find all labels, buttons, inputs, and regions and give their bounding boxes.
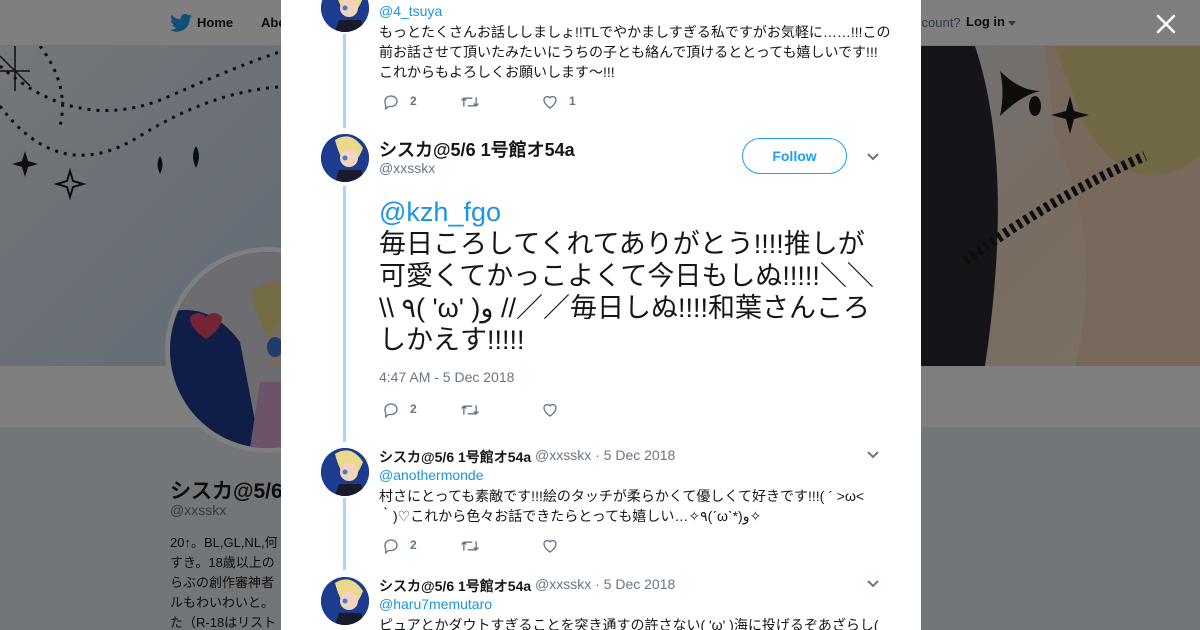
- thread-connector: [343, 498, 346, 570]
- avatar[interactable]: [321, 134, 369, 182]
- tweet-permalink-modal: @4_tsuya もっとたくさんお話ししましょ!!TLでやかましすぎる私ですがお…: [281, 0, 921, 630]
- reply-text: 村さにとっても素敵です!!!絵のタッチが柔らかくて優しくて好きです!!!( ´ …: [379, 486, 889, 526]
- tweet-body: 毎日ころしてくれてありがとう!!!!推しが可愛くてかっこよくて今日もしぬ!!!!…: [379, 229, 874, 355]
- retweet-icon: [461, 97, 479, 107]
- tweet-text-line: ｀)♡これから色々お話できたらとっても嬉しい…✧٩(ˊωˋ*)و✧: [379, 508, 762, 524]
- reply-icon: [384, 95, 398, 111]
- parent-tweet-handle[interactable]: @4_tsuya: [379, 3, 442, 19]
- chevron-down-icon[interactable]: [866, 450, 880, 460]
- chevron-down-icon[interactable]: [866, 152, 880, 162]
- reply-icon: [384, 403, 398, 419]
- tweet-actions: 2: [382, 536, 682, 556]
- tweet-text-line: もっとたくさんお話ししましょ!!TLでやかましすぎる私ですがお気軽に……!!!こ…: [379, 24, 891, 40]
- user-avatar-image: [321, 0, 369, 32]
- user-avatar-image: [321, 448, 369, 496]
- user-avatar-image: [321, 577, 369, 625]
- reply-count: 2: [410, 94, 417, 108]
- retweet-icon: [461, 541, 479, 551]
- thread-connector: [343, 34, 346, 128]
- reply-mention-link[interactable]: @anothermonde: [379, 467, 484, 483]
- tweet-text-line: 前お話させて頂いたみたいにうちの子とも絡んで頂けるととっても嬉しいです!!!: [379, 44, 878, 60]
- reply-mention-link[interactable]: @haru7memutaro: [379, 596, 492, 612]
- reply-meta[interactable]: @xxsskx · 5 Dec 2018: [535, 576, 675, 592]
- tweet-text-line: ピュアとかダウトすぎることを突き通すの許さない( 'ω' )海に投げるぞあざらし…: [379, 617, 879, 630]
- reply-meta[interactable]: @xxsskx · 5 Dec 2018: [535, 447, 675, 463]
- tweet-actions: 2: [382, 400, 682, 420]
- reply-count: 2: [410, 538, 417, 552]
- like-count: 1: [569, 94, 576, 108]
- tweet-author-name[interactable]: シスカ@5/6 1号館オ54a: [379, 136, 575, 162]
- tweet-actions: 2 1: [382, 92, 682, 112]
- avatar[interactable]: [321, 0, 369, 32]
- chevron-down-icon[interactable]: [866, 579, 880, 589]
- reply-count: 2: [410, 402, 417, 416]
- tweet-timestamp[interactable]: 4:47 AM - 5 Dec 2018: [379, 369, 514, 385]
- reply-author-name[interactable]: シスカ@5/6 1号館オ54a: [379, 576, 531, 596]
- tweet-text-line: これからもよろしくお願いします〜!!!: [379, 64, 615, 80]
- user-avatar-image: [321, 134, 369, 182]
- reply-icon: [384, 539, 398, 555]
- tweet-author-handle[interactable]: @xxsskx: [379, 160, 435, 176]
- tweet-text-line: 村さにとっても素敵です!!!絵のタッチが柔らかくて優しくて好きです!!!( ´ …: [379, 488, 865, 504]
- heart-icon: [543, 403, 557, 417]
- main-tweet-text: @kzh_fgo 毎日ころしてくれてありがとう!!!!推しが可愛くてかっこよくて…: [379, 196, 879, 356]
- close-icon[interactable]: [1152, 10, 1180, 38]
- retweet-icon: [461, 405, 479, 415]
- thread-connector: [343, 186, 346, 442]
- heart-icon: [543, 539, 557, 553]
- avatar[interactable]: [321, 448, 369, 496]
- avatar[interactable]: [321, 577, 369, 625]
- parent-tweet-text: もっとたくさんお話ししましょ!!TLでやかましすぎる私ですがお気軽に……!!!こ…: [379, 22, 891, 82]
- tweet-mention-link[interactable]: @kzh_fgo: [379, 196, 879, 228]
- reply-text: ピュアとかダウトすぎることを突き通すの許さない( 'ω' )海に投げるぞあざらし…: [379, 615, 889, 630]
- reply-author-name[interactable]: シスカ@5/6 1号館オ54a: [379, 447, 531, 467]
- follow-button[interactable]: Follow: [742, 138, 847, 174]
- heart-icon: [543, 95, 557, 109]
